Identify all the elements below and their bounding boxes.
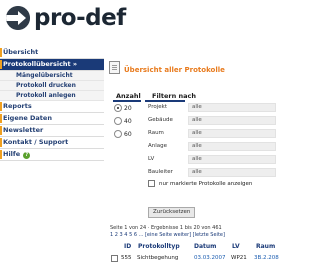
anzahl-option-60: 60 <box>124 131 132 138</box>
only-marked-checkbox[interactable] <box>148 180 155 187</box>
col-header-datum[interactable]: Datum <box>194 243 216 250</box>
filter-select-raum[interactable]: alle <box>188 129 276 138</box>
only-marked-label: nur markierte Protokolle anzeigen <box>159 181 253 187</box>
sidebar-item-eigene-daten[interactable]: Eigene Daten <box>0 113 104 125</box>
filter-label-projekt: Projekt <box>148 104 167 110</box>
sidebar-item-protokolluebersicht[interactable]: Protokollübersicht » <box>0 59 104 71</box>
sidebar-item-reports[interactable]: Reports <box>0 101 104 113</box>
pager[interactable]: 1 2 3 4 5 6 ... [eine Seite weiter] [let… <box>110 232 225 238</box>
col-header-raum[interactable]: Raum <box>256 243 275 250</box>
sidebar-subitem-maengeluebersicht[interactable]: Mängelübersicht <box>0 71 104 81</box>
sidebar-item-uebersicht[interactable]: Übersicht <box>0 47 104 59</box>
logo-text: pro-def <box>34 5 126 31</box>
anzahl-radio-40[interactable] <box>114 117 122 125</box>
cell-id: 555 <box>121 255 132 261</box>
sidebar-subitem-protokoll-drucken[interactable]: Protokoll drucken <box>0 81 104 91</box>
anzahl-option-20: 20 <box>124 105 132 112</box>
filter-header: Filtern nach <box>152 92 197 100</box>
anzahl-radio-20[interactable] <box>114 104 122 112</box>
filter-label-anlage: Anlage <box>148 143 168 149</box>
result-info: Seite 1 von 24 · Ergebnisse 1 bis 20 von… <box>110 225 222 231</box>
help-icon: ? <box>23 152 31 159</box>
cell-datum[interactable]: 03.03.2007 <box>194 255 226 261</box>
filter-label-gebaeude: Gebäude <box>148 117 173 123</box>
col-header-id[interactable]: ID <box>124 243 131 250</box>
filter-select-anlage[interactable]: alle <box>188 142 276 151</box>
filter-select-projekt[interactable]: alle <box>188 103 276 112</box>
reset-button[interactable]: Zurücksetzen <box>148 207 196 218</box>
filter-label-lv: LV <box>148 156 155 162</box>
filter-select-bauleiter[interactable]: alle <box>188 168 276 177</box>
document-icon <box>109 61 120 74</box>
sidebar-item-kontakt-support[interactable]: Kontakt / Support <box>0 137 104 149</box>
sidebar-item-newsletter[interactable]: Newsletter <box>0 125 104 137</box>
anzahl-option-40: 40 <box>124 118 132 125</box>
anzahl-radio-60[interactable] <box>114 130 122 138</box>
filter-label-bauleiter: Bauleiter <box>148 169 173 175</box>
filter-select-lv[interactable]: alle <box>188 155 276 164</box>
row-select-checkbox[interactable] <box>111 255 118 262</box>
anzahl-header-underline <box>113 100 141 102</box>
filter-label-raum: Raum <box>148 130 164 136</box>
cell-protokolltyp[interactable]: Sichtbegehung <box>137 255 178 261</box>
anzahl-header: Anzahl <box>116 92 141 100</box>
filter-header-underline <box>145 100 185 102</box>
sidebar-item-hilfe[interactable]: Hilfe? <box>0 149 104 161</box>
filter-select-gebaeude[interactable]: alle <box>188 116 276 125</box>
col-header-protokolltyp[interactable]: Protokolltyp <box>138 243 180 250</box>
sidebar-subitem-protokoll-anlegen[interactable]: Protokoll anlegen <box>0 91 104 101</box>
page-title: Übersicht aller Protokolle <box>124 66 225 74</box>
cell-lv: WP21 <box>231 255 247 261</box>
logo-icon <box>6 6 30 30</box>
sidebar-nav: Übersicht Protokollübersicht » Mängelübe… <box>0 47 104 161</box>
col-header-lv[interactable]: LV <box>232 243 240 250</box>
cell-raum[interactable]: 3B.2.208 <box>254 255 279 261</box>
